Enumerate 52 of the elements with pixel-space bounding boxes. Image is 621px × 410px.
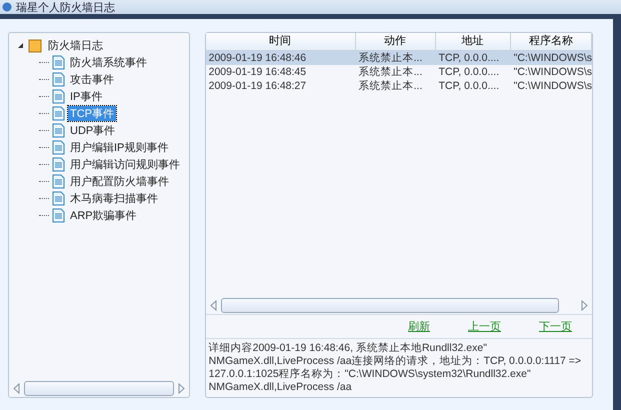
table-cell-text: 系统禁止本... [358, 51, 424, 65]
table-cell-text: 系统禁止本... [358, 79, 424, 93]
page-link[interactable]: 上一页 [468, 319, 501, 334]
document-icon [52, 55, 65, 70]
document-icon [52, 174, 65, 189]
page-link[interactable]: 下一页 [539, 319, 572, 334]
tree-item[interactable]: 防火墙日志 [46, 38, 105, 53]
scroll-right-icon[interactable] [178, 382, 185, 394]
tree-item[interactable]: IP事件 [68, 89, 104, 104]
tree-item[interactable]: UDP事件 [68, 123, 118, 138]
document-icon [52, 157, 65, 172]
expand-triangle-icon[interactable] [17, 42, 24, 49]
tree-item[interactable]: 防火墙系统事件 [68, 55, 149, 70]
document-icon [52, 191, 65, 206]
table-cell-text: 2009-01-19 16:48:46 [208, 51, 308, 65]
scroll-left-icon[interactable] [210, 300, 217, 310]
tree-item[interactable]: ARP欺骗事件 [68, 208, 139, 223]
document-icon [52, 208, 65, 223]
scroll-left-icon[interactable] [13, 382, 20, 394]
table-cell-text: "C:\WINDOWS\s [512, 79, 592, 93]
document-icon [52, 106, 65, 121]
detail-text: 详细内容2009-01-19 16:48:46, 系统禁止本地Rundll32.exe" NMGameX.dll,LiveProcess /aa连接网络的请求，地址为：TCP, 0.0.0.0:1117 => 127.0.0.1:1025程序名称为："C:\WINDOWS\system32\Rundll32.exe" NMGameX.dll,LiveProcess /aa [208, 341, 582, 395]
tree-item[interactable]: 木马病毒扫描事件 [68, 191, 160, 206]
folder-icon [28, 38, 42, 52]
column-header[interactable]: 程序名称 [510, 33, 592, 51]
tree-item[interactable]: 用户配置防火墙事件 [68, 174, 171, 189]
column-header[interactable]: 时间 [206, 33, 356, 51]
page-link[interactable]: 刷新 [408, 319, 430, 334]
scroll-right-icon[interactable] [581, 300, 588, 310]
table-cell-text: 系统禁止本... [358, 65, 424, 79]
table-row[interactable]: 2009-01-19 16:48:45 系统禁止本... TCP, 0.0.0.... "C:\WINDOWS\s [206, 65, 592, 79]
scrollbar-thumb[interactable] [220, 298, 559, 312]
table-row[interactable]: 2009-01-19 16:48:27 系统禁止本... TCP, 0.0.0.... "C:\WINDOWS\s [206, 79, 592, 93]
document-icon [52, 140, 65, 155]
column-header[interactable]: 地址 [436, 33, 511, 51]
table-cell-text: 2009-01-19 16:48:45 [208, 65, 308, 79]
window-title: 瑞星个人防火墙日志 [16, 0, 115, 14]
table-cell-text: 2009-01-19 16:48:27 [208, 79, 308, 93]
document-icon [52, 72, 65, 87]
table-cell-text: TCP, 0.0.0.... [438, 79, 500, 93]
table-cell-text: TCP, 0.0.0.... [438, 65, 500, 79]
document-icon [52, 123, 65, 138]
scrollbar-thumb[interactable] [24, 380, 174, 396]
table-row[interactable]: 2009-01-19 16:48:46 系统禁止本... TCP, 0.0.0.... "C:\WINDOWS\s [206, 51, 592, 65]
table-cell-text: "C:\WINDOWS\s [512, 65, 592, 79]
tree-item[interactable]: 用户编辑访问规则事件 [68, 157, 182, 172]
tree-item[interactable]: 攻击事件 [68, 72, 116, 87]
table-cell-text: "C:\WINDOWS\s [512, 51, 592, 65]
table-cell-text: TCP, 0.0.0.... [438, 51, 500, 65]
document-icon [52, 89, 65, 104]
tree-item[interactable]: 用户编辑IP规则事件 [68, 140, 170, 155]
column-header[interactable]: 动作 [356, 33, 436, 51]
